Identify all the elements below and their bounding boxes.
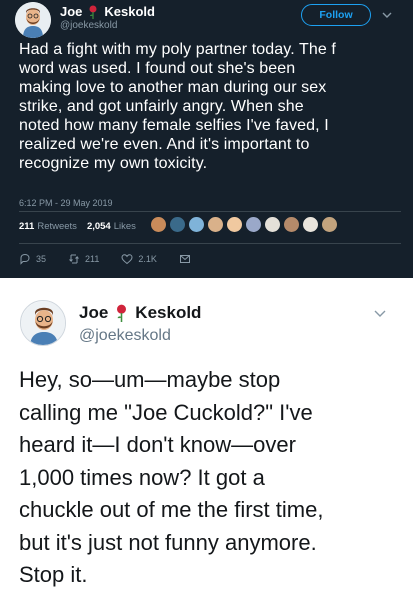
liker-avatar[interactable] — [150, 216, 167, 233]
avatar[interactable] — [15, 2, 51, 38]
tweet-text-line: calling me "Joe Cuckold?" I've — [19, 399, 313, 425]
tweet-text-line: heard it—I don't know—over — [19, 432, 296, 457]
tweet-text-line: Hey, so—um—maybe stop — [19, 367, 281, 392]
avatar-illustration — [21, 301, 65, 345]
tweet-actions: 35 211 2.1K — [19, 253, 218, 265]
author-name[interactable]: Joe Keskold — [79, 303, 201, 323]
tweet-stats: 211 Retweets 2,054 Likes — [19, 221, 146, 232]
reply-button[interactable]: 35 — [19, 253, 46, 265]
tweet-text-line: Stop it. — [19, 562, 88, 587]
liker-avatars — [150, 216, 340, 233]
retweet-button[interactable]: 211 — [68, 253, 99, 265]
retweet-count: 211 — [85, 254, 100, 264]
follow-button[interactable]: Follow — [301, 4, 371, 26]
tweet-text: Hey, so—um—maybe stop calling me "Joe Cu… — [19, 364, 409, 592]
author-name[interactable]: Joe Keskold — [60, 4, 155, 19]
liker-avatar[interactable] — [226, 216, 243, 233]
tweet-text-line: strike, and got unfairly angry. When she — [19, 98, 304, 115]
dark-tweet-card: Joe Keskold @joekeskold Follow Had a fig… — [0, 0, 413, 278]
tweet-text-line: chuckle out of me the first time, — [19, 497, 324, 522]
author-handle[interactable]: @joekeskold — [79, 327, 171, 345]
retweet-icon — [69, 254, 79, 264]
liker-avatar[interactable] — [207, 216, 224, 233]
author-first-name: Joe — [79, 303, 109, 322]
reply-icon — [20, 253, 30, 265]
author-last-name: Keskold — [135, 303, 202, 322]
retweets-count[interactable]: 211 — [19, 221, 34, 232]
author-last-name: Keskold — [104, 4, 155, 19]
reply-count: 35 — [36, 254, 47, 264]
tweet-text: Had a fight with my poly partner today. … — [19, 40, 404, 173]
heart-icon — [121, 254, 133, 265]
chevron-down-icon[interactable] — [373, 306, 387, 320]
liker-avatar[interactable] — [188, 216, 205, 233]
likes-label[interactable]: Likes — [114, 221, 136, 232]
author-first-name: Joe — [60, 4, 83, 19]
direct-message-button[interactable] — [179, 253, 196, 265]
liker-avatar[interactable] — [283, 216, 300, 233]
liker-avatar[interactable] — [169, 216, 186, 233]
chevron-down-icon[interactable] — [381, 9, 393, 21]
rose-icon — [117, 304, 127, 322]
like-button[interactable]: 2.1K — [121, 253, 157, 265]
like-count: 2.1K — [138, 254, 157, 264]
likes-count[interactable]: 2,054 — [87, 221, 111, 232]
liker-avatar[interactable] — [302, 216, 319, 233]
rose-icon — [89, 5, 97, 19]
retweets-label[interactable]: Retweets — [37, 221, 77, 232]
tweet-text-line: 1,000 times now? It got a — [19, 464, 265, 490]
avatar[interactable] — [20, 300, 66, 346]
tweet-text-line: word was used. I found out she's been — [19, 60, 296, 77]
avatar-illustration — [15, 2, 51, 38]
liker-avatar[interactable] — [321, 216, 338, 233]
mail-icon — [179, 255, 190, 263]
tweet-text-line: recognize my own toxicity. — [19, 155, 208, 172]
tweet-text-line: realized we're even. And it's important … — [19, 136, 310, 153]
tweet-text-line: but it's just not funny anymore. — [19, 529, 317, 555]
light-tweet-card: Joe Keskold @joekeskold Hey, so—um—maybe… — [0, 284, 413, 601]
tweet-timestamp[interactable]: 6:12 PM - 29 May 2019 — [19, 198, 113, 208]
liker-avatar[interactable] — [264, 216, 281, 233]
divider — [19, 211, 401, 212]
tweet-text-line: Had a fight with my poly partner today. … — [19, 41, 336, 58]
author-handle[interactable]: @joekeskold — [60, 20, 117, 31]
divider — [19, 243, 401, 244]
tweet-text-line: noted how many female selfies I've faved… — [19, 117, 329, 134]
liker-avatar[interactable] — [245, 216, 262, 233]
tweet-text-line: making love to another man during our se… — [19, 79, 327, 96]
